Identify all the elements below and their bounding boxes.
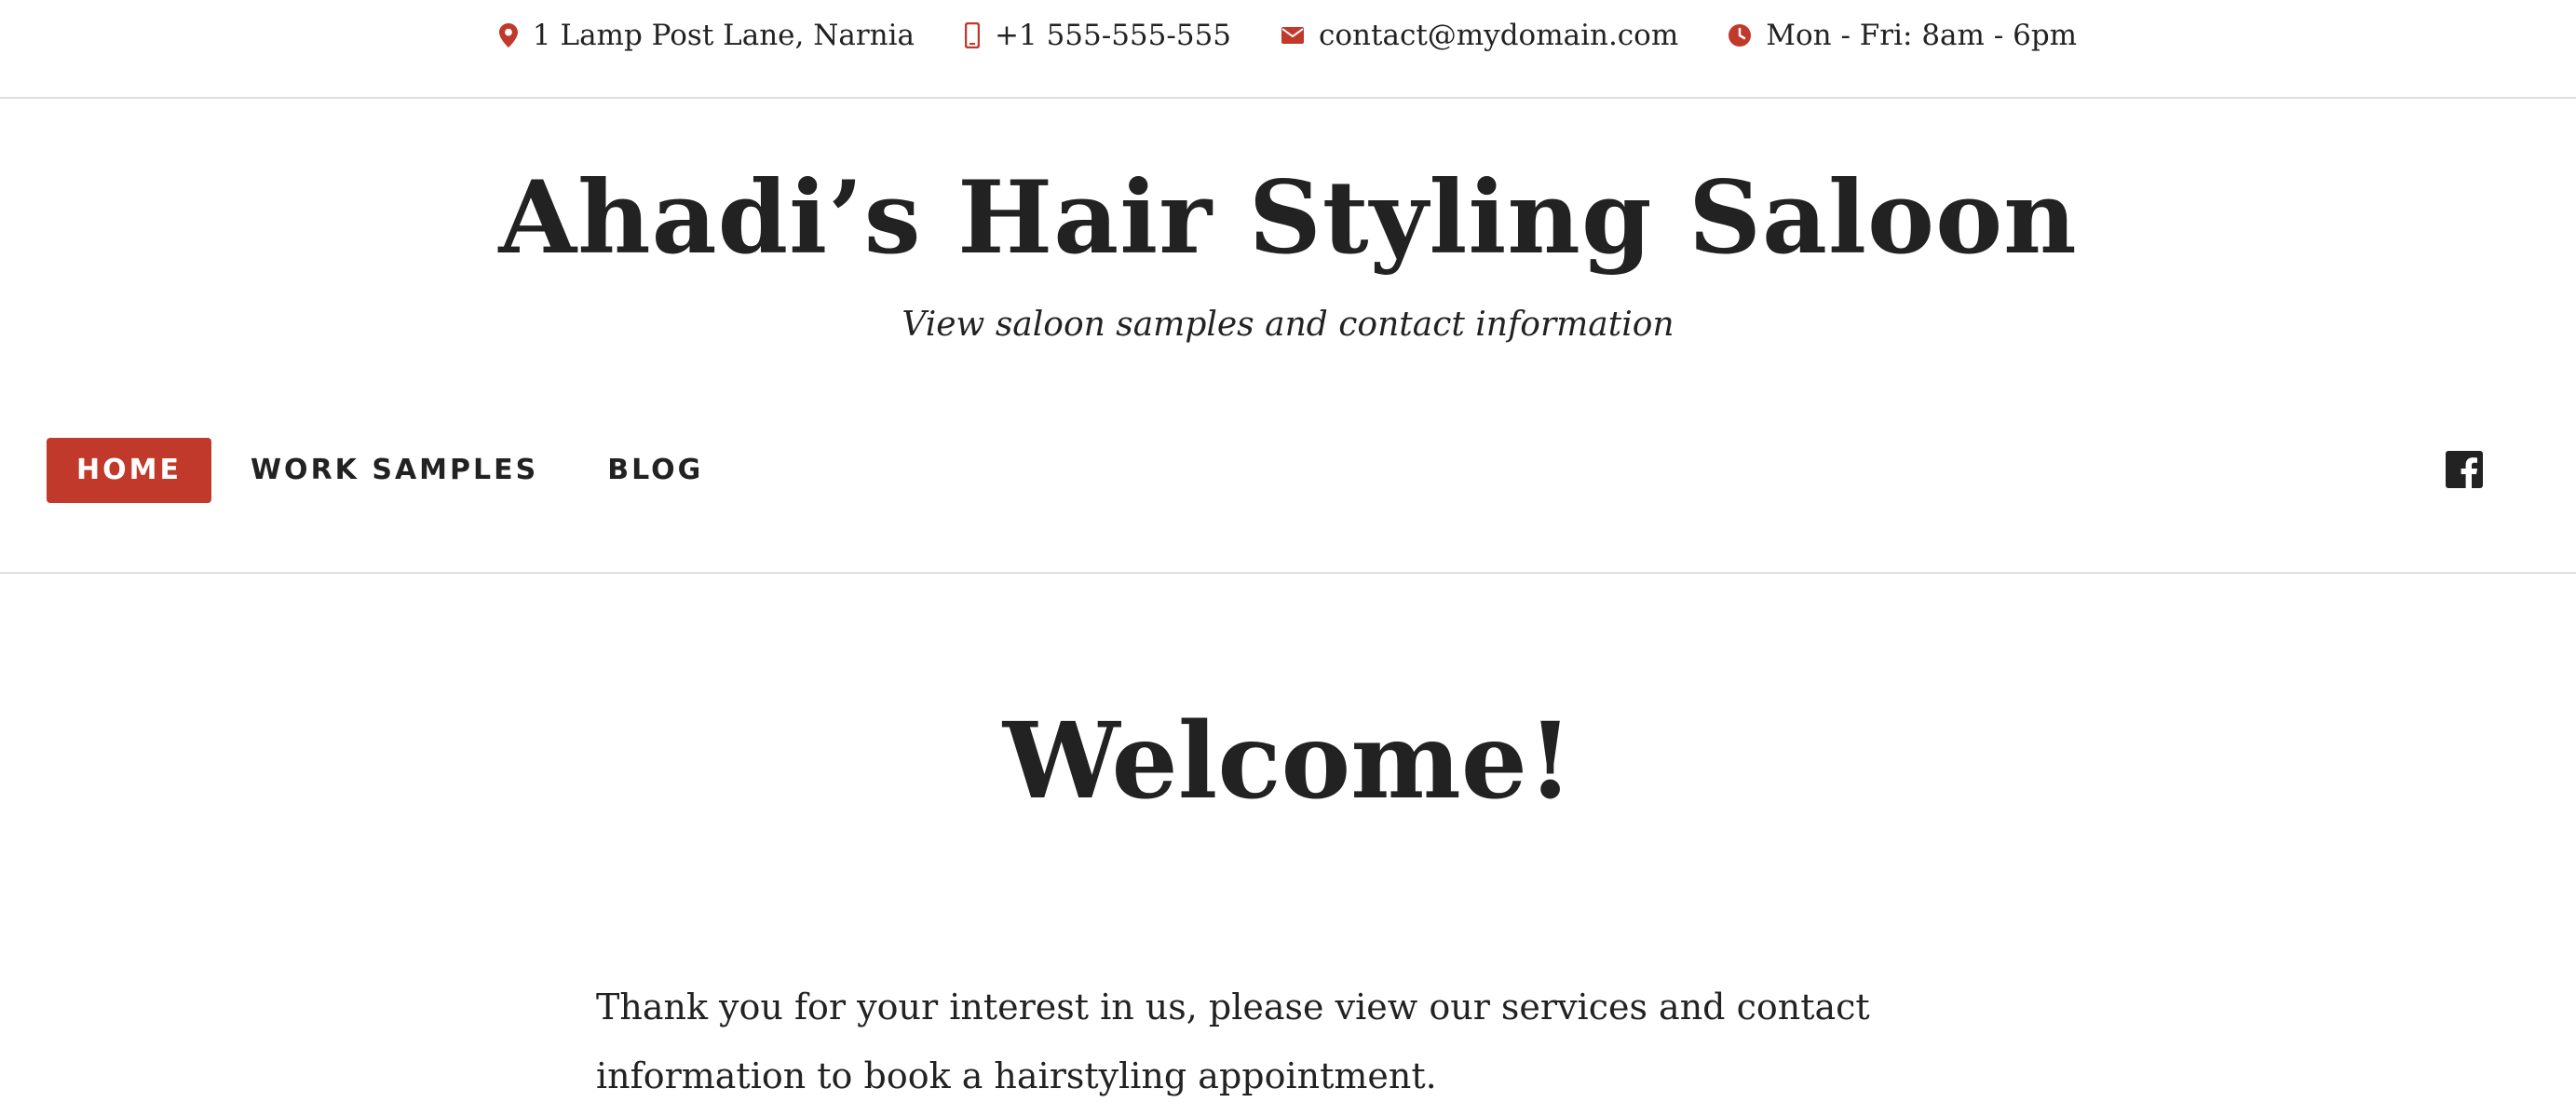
- nav-item-home[interactable]: HOME: [47, 438, 211, 503]
- phone-item[interactable]: +1 555-555-555: [965, 19, 1231, 52]
- email-item[interactable]: contact@mydomain.com: [1281, 19, 1678, 52]
- clock-icon: [1729, 24, 1752, 47]
- hours-text: Mon - Fri: 8am - 6pm: [1766, 19, 2078, 52]
- main-navigation: HOME WORK SAMPLES BLOG: [0, 410, 2576, 574]
- nav-menu: HOME WORK SAMPLES BLOG: [47, 438, 733, 503]
- facebook-icon[interactable]: [2446, 451, 2483, 488]
- envelope-icon: [1281, 27, 1305, 44]
- address-text: 1 Lamp Post Lane, Narnia: [532, 19, 915, 52]
- nav-item-work-samples[interactable]: WORK SAMPLES: [251, 438, 568, 503]
- email-link[interactable]: contact@mydomain.com: [1319, 19, 1678, 52]
- mobile-phone-icon: [965, 22, 981, 48]
- address-item: 1 Lamp Post Lane, Narnia: [498, 19, 915, 52]
- site-title[interactable]: Ahadi’s Hair Styling Saloon: [0, 168, 2576, 268]
- hours-item: Mon - Fri: 8am - 6pm: [1729, 19, 2077, 52]
- contact-info-row: 1 Lamp Post Lane, Narnia +1 555-555-555 …: [0, 19, 2576, 52]
- top-info-bar: 1 Lamp Post Lane, Narnia +1 555-555-555 …: [0, 0, 2576, 99]
- page-heading: Welcome!: [1002, 701, 1574, 823]
- map-pin-icon: [498, 23, 518, 48]
- intro-paragraph: Thank you for your interest in us, pleas…: [596, 987, 1870, 1096]
- site-tagline: View saloon samples and contact informat…: [902, 306, 1674, 344]
- phone-text[interactable]: +1 555-555-555: [995, 19, 1231, 52]
- nav-item-blog[interactable]: BLOG: [607, 438, 733, 503]
